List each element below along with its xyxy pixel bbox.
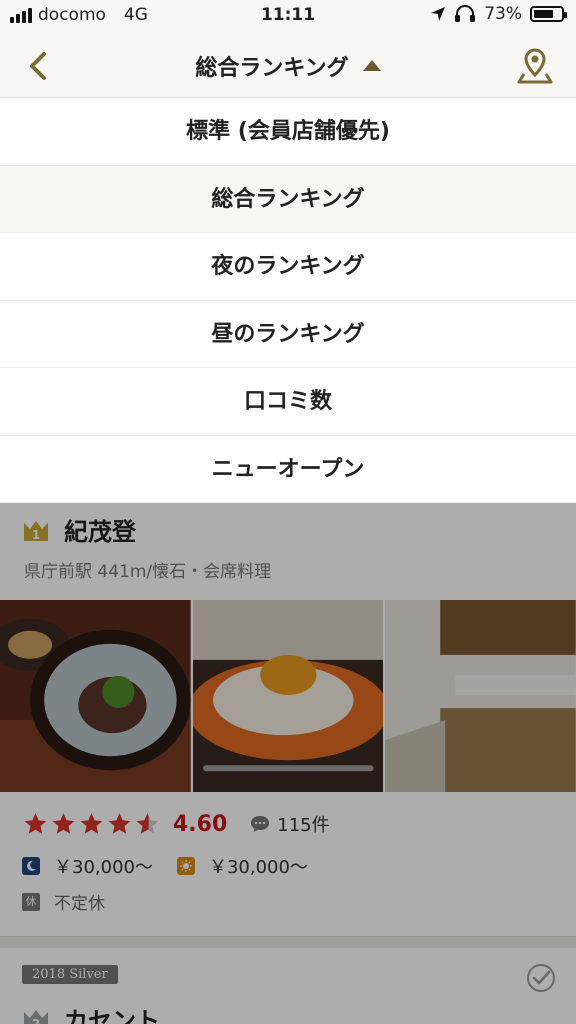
sort-dropdown-toggle[interactable]: 総合ランキング (0, 50, 576, 82)
page-title: 総合ランキング (195, 56, 349, 81)
sort-option-dinner-ranking[interactable]: 夜のランキング (0, 233, 576, 301)
sort-option-lunch-ranking[interactable]: 昼のランキング (0, 301, 576, 368)
sort-option-standard[interactable]: 標準 (会員店舗優先) (0, 98, 576, 166)
sort-option-review-count[interactable]: 口コミ数 (0, 368, 576, 436)
sort-menu: 標準 (会員店舗優先) 総合ランキング 夜のランキング 昼のランキング 口コミ数… (0, 98, 576, 503)
dim-overlay[interactable] (0, 503, 576, 1024)
battery-percent: 73% (484, 4, 522, 24)
sort-option-new-open[interactable]: ニューオープン (0, 436, 576, 503)
map-pin-icon (517, 48, 553, 84)
battery-icon (530, 6, 567, 22)
headphones-icon (455, 5, 476, 22)
status-right: 73% (430, 4, 567, 24)
location-arrow-icon (431, 7, 446, 21)
sort-option-overall-ranking[interactable]: 総合ランキング (0, 165, 576, 233)
map-button[interactable] (516, 46, 554, 86)
nav-bar: 総合ランキング (0, 32, 576, 98)
status-bar: docomo 4G 11:11 73% (0, 0, 576, 32)
caret-up-icon (362, 60, 381, 71)
